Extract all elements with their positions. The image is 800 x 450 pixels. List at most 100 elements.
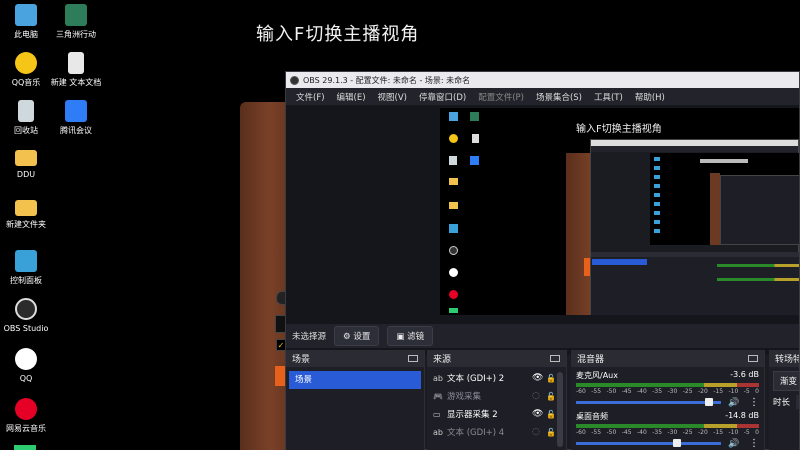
more-options-icon[interactable]: ⋮ bbox=[749, 438, 759, 449]
desktop-icon-new-text[interactable]: 新建 文本文档 bbox=[50, 52, 102, 88]
speaker-icon[interactable]: 🔊 bbox=[727, 439, 741, 449]
preview-icon bbox=[449, 156, 457, 165]
preview-nested-dock-header bbox=[591, 252, 799, 257]
mixer-channel: 桌面音频 -14.8 dB -60 -55 -50 -45 -40 -35 -30 -25 -2… bbox=[571, 408, 764, 449]
transition-type-select[interactable]: 渐变 bbox=[773, 371, 799, 391]
volume-slider[interactable] bbox=[576, 398, 721, 406]
speaker-icon[interactable]: 🔊 bbox=[727, 398, 741, 408]
tencent-meeting-icon bbox=[65, 100, 87, 122]
source-row[interactable]: ab 文本 (GDI+) 2 👁 🔓 bbox=[427, 369, 566, 387]
menu-edit[interactable]: 编辑(E) bbox=[331, 91, 372, 103]
desktop-icon-delta-force[interactable]: 三角洲行动 bbox=[50, 4, 102, 40]
preview-icon bbox=[449, 268, 458, 277]
undock-icon[interactable] bbox=[550, 355, 560, 362]
recycle-bin-icon bbox=[18, 100, 34, 122]
obs-window: OBS 29.1.3 - 配置文件: 未命名 - 场景: 未命名 文件(F) 编… bbox=[285, 71, 800, 450]
desktop-icon-label: QQ bbox=[19, 374, 33, 383]
source-filters-button[interactable]: ▣ 滤镜 bbox=[387, 326, 434, 346]
menu-help[interactable]: 帮助(H) bbox=[629, 91, 671, 103]
slider-thumb[interactable] bbox=[705, 398, 713, 406]
preview-icon bbox=[472, 134, 479, 143]
obs-menubar: 文件(F) 编辑(E) 视图(V) 停靠窗口(D) 配置文件(P) 场景集合(S… bbox=[286, 88, 799, 105]
obs-icon bbox=[15, 298, 37, 320]
netease-music-icon bbox=[15, 398, 37, 420]
eye-hidden-icon[interactable]: ◌ bbox=[532, 427, 546, 437]
control-panel-icon bbox=[15, 250, 37, 272]
desktop-icon-new-folder[interactable]: 新建文件夹 bbox=[0, 200, 52, 230]
preview-icon bbox=[470, 112, 479, 121]
preview-nested-canvas-window bbox=[720, 175, 799, 245]
scenes-dock: 场景 场景 bbox=[286, 350, 425, 450]
desktop-icon-label: DDU bbox=[16, 170, 36, 179]
desktop-icon-netease-music[interactable]: 网易云音乐 bbox=[0, 398, 52, 434]
transitions-dock-title: 转场特 bbox=[775, 355, 799, 365]
slider-thumb[interactable] bbox=[673, 439, 681, 447]
source-settings-label: 设置 bbox=[353, 332, 371, 342]
qq-music-icon bbox=[15, 52, 37, 74]
desktop-icon-label: QQ音乐 bbox=[11, 78, 41, 87]
duration-input[interactable]: 3 bbox=[796, 395, 799, 409]
more-options-icon[interactable]: ⋮ bbox=[749, 397, 759, 408]
preview-nested-canvas-wood bbox=[710, 173, 720, 245]
text-file-icon bbox=[68, 52, 84, 74]
channel-db: -14.8 dB bbox=[725, 411, 759, 420]
desktop-icon-label: 新建 文本文档 bbox=[50, 78, 102, 87]
menu-file[interactable]: 文件(F) bbox=[290, 91, 331, 103]
delta-force-icon bbox=[65, 4, 87, 26]
undock-icon[interactable] bbox=[748, 355, 758, 362]
obs-preview[interactable]: 输入F切换主播视角 bbox=[286, 105, 799, 355]
channel-name: 桌面音频 bbox=[576, 412, 608, 421]
preview-icon bbox=[449, 178, 458, 185]
filter-icon: ▣ bbox=[396, 332, 405, 342]
volume-slider[interactable] bbox=[576, 439, 721, 447]
channel-name: 麦克风/Aux bbox=[576, 371, 618, 380]
source-name: 文本 (GDI+) 4 bbox=[447, 428, 505, 438]
preview-nested-mixer bbox=[717, 264, 799, 267]
menu-scene-collection[interactable]: 场景集合(S) bbox=[530, 91, 588, 103]
obs-titlebar: OBS 29.1.3 - 配置文件: 未命名 - 场景: 未命名 bbox=[286, 72, 799, 88]
mixer-channel: 麦克风/Aux -3.6 dB -60 -55 -50 -45 -40 -35 -30 -25… bbox=[571, 367, 764, 408]
preview-icon bbox=[449, 134, 458, 143]
partial-desktop-icon bbox=[14, 445, 36, 450]
menu-view[interactable]: 视图(V) bbox=[372, 91, 413, 103]
source-name: 显示器采集 2 bbox=[447, 410, 498, 420]
source-row[interactable]: ab 文本 (GDI+) 4 ◌ 🔓 bbox=[427, 423, 566, 441]
sources-dock-title: 来源 bbox=[433, 355, 452, 365]
desktop-icon-obs-studio[interactable]: OBS Studio bbox=[0, 298, 52, 334]
desktop-icon-qq-music[interactable]: QQ音乐 bbox=[0, 52, 52, 88]
preview-nested-mixer bbox=[717, 278, 799, 281]
menu-profile[interactable]: 配置文件(P) bbox=[472, 91, 530, 103]
mixer-dock-header: 混音器 bbox=[571, 350, 764, 367]
preview-icon bbox=[449, 308, 458, 313]
preview-icon bbox=[470, 156, 479, 165]
scene-item[interactable]: 场景 bbox=[289, 371, 421, 389]
desktop-icon-control-panel[interactable]: 控制面板 bbox=[0, 250, 52, 286]
desktop-icon-label: 新建文件夹 bbox=[6, 220, 46, 229]
sources-dock: 来源 ab 文本 (GDI+) 2 👁 🔓 🎮 游戏采集 ◌ 🔓 ▭ 显示器采集… bbox=[427, 350, 567, 450]
transitions-dock-header: 转场特 bbox=[769, 350, 799, 367]
eye-hidden-icon[interactable]: ◌ bbox=[532, 391, 546, 401]
source-row[interactable]: 🎮 游戏采集 ◌ 🔓 bbox=[427, 387, 566, 405]
desktop-icon-tencent-meeting[interactable]: 腾讯会议 bbox=[50, 100, 102, 136]
preview-icon bbox=[449, 112, 458, 121]
sources-scrollbar[interactable] bbox=[557, 372, 563, 447]
desktop-icon-label: OBS Studio bbox=[3, 324, 49, 333]
desktop-icon-this-pc[interactable]: 此电脑 bbox=[0, 4, 52, 40]
eye-icon[interactable]: 👁 bbox=[532, 373, 546, 383]
source-settings-button[interactable]: ⚙ 设置 bbox=[334, 326, 380, 346]
desktop-icon-ddu[interactable]: DDU bbox=[0, 150, 52, 180]
menu-docks[interactable]: 停靠窗口(D) bbox=[413, 91, 472, 103]
menu-tools[interactable]: 工具(T) bbox=[588, 91, 629, 103]
volume-meter bbox=[576, 424, 759, 428]
preview-icon bbox=[449, 202, 458, 209]
preview-nested-canvas-text bbox=[700, 159, 748, 163]
preview-nested-menubar bbox=[591, 146, 798, 152]
source-row[interactable]: ▭ 显示器采集 2 👁 🔓 bbox=[427, 405, 566, 423]
source-toolbar: 未选择源 ⚙ 设置 ▣ 滤镜 bbox=[286, 324, 799, 348]
monitor-icon: ▭ bbox=[433, 409, 441, 419]
undock-icon[interactable] bbox=[408, 355, 418, 362]
desktop-icon-recycle-bin[interactable]: 回收站 bbox=[0, 100, 52, 136]
desktop-icon-qq[interactable]: QQ bbox=[0, 348, 52, 384]
preview-nested-canvas-icons bbox=[654, 157, 660, 237]
eye-icon[interactable]: 👁 bbox=[532, 409, 546, 419]
